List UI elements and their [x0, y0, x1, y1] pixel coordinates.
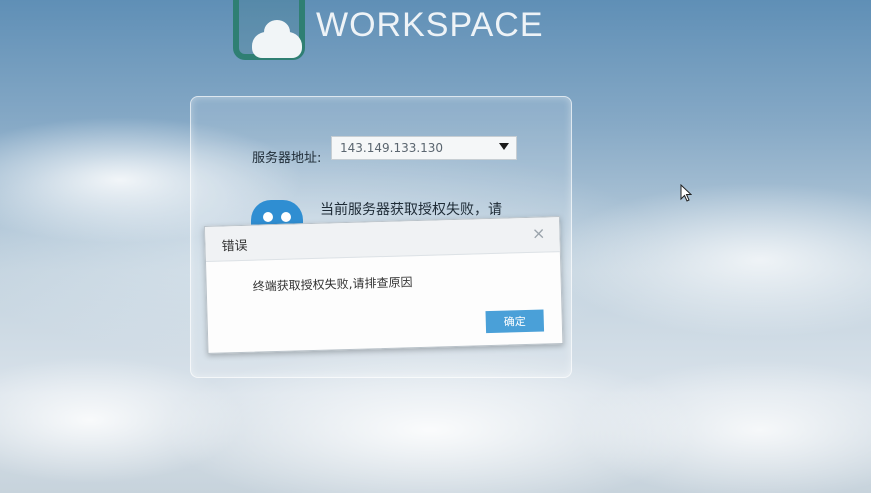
mouse-cursor-icon [680, 184, 692, 202]
server-address-label: 服务器地址: [252, 151, 322, 166]
brand-title: WORKSPACE [316, 6, 544, 44]
cloud-icon [252, 20, 302, 58]
desktop-background: WORKSPACE 服务器地址: 143.149.133.130 当前服务器获取… [0, 0, 871, 493]
server-address-select[interactable]: 143.149.133.130 [331, 136, 517, 160]
ok-button[interactable]: 确定 [485, 309, 545, 334]
dialog-header: 错误 × [205, 217, 560, 262]
error-dialog: 错误 × 终端获取授权失败,请排查原因 确定 [204, 216, 564, 354]
server-address-value: 143.149.133.130 [340, 141, 444, 155]
status-message: 当前服务器获取授权失败，请 [320, 202, 502, 218]
robot-eye-left [263, 212, 273, 222]
close-icon[interactable]: × [532, 223, 546, 242]
dialog-title: 错误 [221, 238, 248, 255]
dropdown-arrow-icon[interactable] [499, 143, 509, 150]
robot-eye-right [281, 212, 291, 222]
dialog-message: 终端获取授权失败,请排查原因 [252, 275, 413, 294]
